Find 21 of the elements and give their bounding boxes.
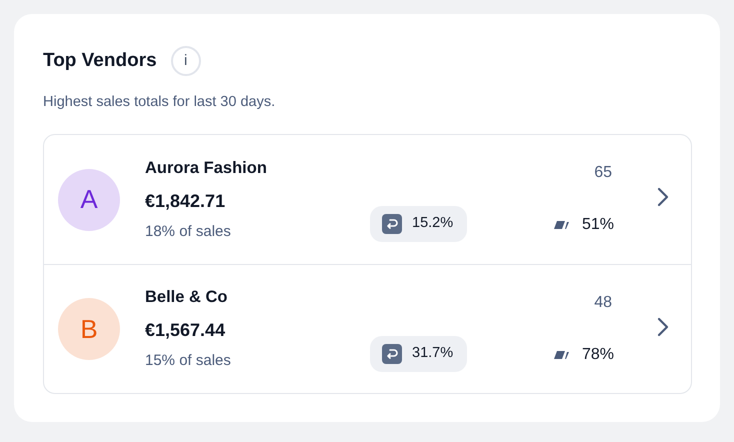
avatar: A <box>58 168 120 230</box>
percentage: 51% <box>582 215 614 235</box>
sales-amount: €1,842.71 <box>145 190 226 212</box>
return-rate: 15.2% <box>412 214 454 234</box>
sales-share: 18% of sales <box>145 222 232 242</box>
card-subtitle: Highest sales totals for last 30 days. <box>43 94 276 110</box>
sales-share: 15% of sales <box>145 351 232 371</box>
chevron-right-icon[interactable] <box>657 317 669 337</box>
vendor-name: Aurora Fashion <box>145 158 268 178</box>
order-count: 65 <box>594 163 612 183</box>
avatar: B <box>58 298 120 360</box>
vendor-row[interactable]: B Belle & Co €1,567.44 15% of sales 31.7% 48 78% <box>44 264 691 393</box>
info-button[interactable]: i <box>170 46 201 76</box>
order-count: 48 <box>594 293 612 313</box>
vendor-name: Belle & Co <box>145 287 229 308</box>
sales-amount: €1,567.44 <box>145 319 226 342</box>
percentage: 78% <box>582 345 614 365</box>
return-rate: 31.7% <box>412 344 454 364</box>
chevron-right-icon[interactable] <box>657 187 669 207</box>
vendor-row[interactable]: A Aurora Fashion €1,842.71 18% of sales 15.2% 65 51% <box>44 135 691 264</box>
card-title: Top Vendors <box>43 48 157 73</box>
